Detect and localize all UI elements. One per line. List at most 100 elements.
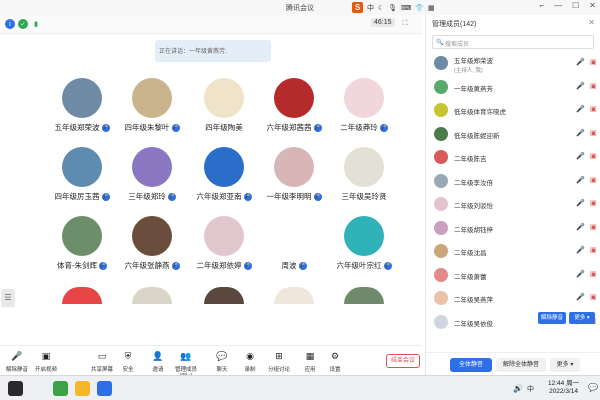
participant-avatar: [132, 216, 172, 256]
participant-name-text: 四年级陶美: [205, 123, 243, 132]
camera-off-icon[interactable]: ▣: [590, 293, 597, 301]
mic-off-icon[interactable]: 🎤: [576, 270, 585, 278]
toolbar-icon: ▣: [41, 351, 51, 361]
ime-indicator-icon[interactable]: 中: [527, 384, 534, 394]
member-row[interactable]: 二年级刘驳怡 🎤 ▣: [426, 193, 600, 217]
participant-avatar: [344, 216, 384, 256]
notifications-icon[interactable]: 💬: [588, 383, 598, 392]
mute-all-button[interactable]: 全体静音: [450, 358, 492, 372]
taskbar-clock[interactable]: 12:44 周一 2022/3/14: [548, 380, 579, 396]
windows-taskbar: 🔊 中 12:44 周一 2022/3/14 💬: [0, 375, 600, 400]
side-menu-handle[interactable]: ☰: [1, 289, 15, 307]
member-role: (主持人, 我): [454, 68, 483, 74]
participant-avatar: [274, 78, 314, 118]
participant-avatar: [132, 147, 172, 187]
member-row[interactable]: 低年级陈妮迎新 🎤 ▣: [426, 123, 600, 147]
mic-on-icon[interactable]: 🎤: [576, 82, 585, 90]
member-row[interactable]: 五年级郑荣波 (主持人, 我) 🎤 ▣: [426, 52, 600, 76]
member-more-button[interactable]: 更多 ▾: [569, 312, 595, 324]
camera-off-icon[interactable]: ▣: [590, 105, 597, 113]
toolbar-item[interactable]: ⊞ 分组讨论: [262, 350, 296, 373]
panel-header: 管理成员(142) ✕: [426, 15, 600, 32]
tencent-meeting-app-icon[interactable]: [97, 381, 112, 396]
clock-time: 12:44 周一: [548, 380, 580, 387]
mic-off-icon[interactable]: 🎤: [576, 246, 585, 254]
toolbar-label: 聊天: [216, 367, 228, 373]
toolbar-label: 应用: [304, 367, 316, 373]
mic-off-icon[interactable]: 🎤: [576, 223, 585, 231]
muted-mic-icon: 🎤: [298, 262, 307, 271]
camera-off-icon[interactable]: ▣: [590, 270, 597, 278]
maximize-button[interactable]: ☐: [572, 1, 579, 10]
participant-name-text: 四年级厉玉茜: [54, 192, 100, 201]
member-row[interactable]: 二年级李汝倍 🎤 ▣: [426, 170, 600, 194]
mic-off-icon[interactable]: 🎤: [576, 293, 585, 301]
participant-grid: 五年级郑荣波 🎤 四年级朱黎叶 🎤 四年级陶美 六年级郑茜茜 🎤 二年级莽玲 🎤 四年级厉玉茜 🎤 三…: [0, 0, 422, 400]
toolbar-item[interactable]: ⛨ 安全: [111, 350, 145, 373]
camera-off-icon[interactable]: ▣: [590, 223, 597, 231]
minimize-button[interactable]: —: [554, 1, 562, 10]
participant-avatar: [62, 147, 102, 187]
member-row[interactable]: 低年级体育许晓虎 🎤 ▣: [426, 99, 600, 123]
grid-icon[interactable]: ▦: [428, 4, 435, 12]
mic-off-icon[interactable]: 🎤: [576, 105, 585, 113]
member-row[interactable]: 二年级陈吉 🎤 ▣: [426, 146, 600, 170]
mic-off-icon[interactable]: 🎤: [576, 176, 585, 184]
muted-mic-icon: 🎤: [171, 262, 180, 271]
participant-avatar: [204, 287, 244, 304]
member-row[interactable]: 一年级黄燕芳 🎤 ▣: [426, 76, 600, 100]
mic-off-icon[interactable]: 🎤: [576, 152, 585, 160]
search-icon: 🔍: [436, 40, 444, 46]
member-name: 二年级萧蕾: [454, 273, 487, 281]
member-avatar: [434, 103, 448, 117]
camera-off-icon[interactable]: ▣: [590, 246, 597, 254]
muted-mic-icon: 🎤: [99, 262, 107, 271]
camera-off-icon[interactable]: ▣: [590, 176, 597, 184]
pin-button[interactable]: ⌐: [539, 1, 544, 10]
member-row[interactable]: 二年级萧蕾 🎤 ▣: [426, 264, 600, 288]
muted-mic-icon: 🎤: [379, 124, 388, 133]
camera-off-icon[interactable]: ▣: [590, 82, 597, 90]
participant-name-text: 六年级郑茜茜: [266, 123, 312, 132]
toolbar-icon: 👥: [180, 351, 192, 361]
participant-tile[interactable]: 二年级莽玲 🎤: [322, 78, 406, 138]
mic-off-icon[interactable]: 🎤: [576, 199, 585, 207]
camera-off-icon[interactable]: ▣: [590, 152, 597, 160]
mic-off-icon[interactable]: 🎤: [576, 129, 585, 137]
folder-app-icon[interactable]: [75, 381, 90, 396]
close-panel-icon[interactable]: ✕: [588, 18, 595, 27]
participant-avatar: [274, 216, 314, 256]
participant-avatar: [62, 78, 102, 118]
participant-avatar: [274, 147, 314, 187]
end-meeting-button[interactable]: 结束会议: [386, 354, 420, 368]
unmute-all-button[interactable]: 解除全体静音: [496, 358, 546, 372]
member-avatar: [434, 291, 448, 305]
camera-off-icon[interactable]: ▣: [590, 129, 597, 137]
volume-icon[interactable]: 🔊: [513, 384, 523, 393]
member-row[interactable]: 二年级吴燕萍 🎤 ▣: [426, 287, 600, 311]
member-avatar: [434, 314, 448, 329]
member-row[interactable]: 二年级沈昌 🎤 ▣: [426, 240, 600, 264]
close-button[interactable]: ✕: [589, 1, 596, 10]
participant-tile[interactable]: 六年级叶宗红 🎤: [322, 216, 406, 276]
participant-tile[interactable]: [322, 287, 406, 347]
muted-mic-icon: 🎤: [243, 193, 252, 202]
excel-app-icon[interactable]: [53, 381, 68, 396]
toolbar-label: 共享屏幕: [90, 367, 113, 373]
panel-more-button[interactable]: 更多 ▾: [550, 358, 580, 372]
participant-name-text: 五年级郑荣波: [54, 123, 100, 132]
toolbar-item[interactable]: ⚙ 设置: [318, 350, 352, 373]
participant-avatar: [204, 78, 244, 118]
participant-tile[interactable]: 三年级吴玲贤: [322, 147, 406, 207]
mic-off-icon[interactable]: 🎤: [576, 58, 585, 66]
member-search-input[interactable]: 🔍 搜索成员: [432, 35, 594, 49]
start-menu-icon[interactable]: [8, 381, 23, 396]
camera-off-icon[interactable]: ▣: [590, 58, 597, 66]
toolbar-item[interactable]: ▣ 开启视频: [29, 350, 63, 373]
window-controls: ⌐ — ☐ ✕: [539, 1, 596, 10]
participant-name-text: 三年级吴玲贤: [341, 192, 387, 201]
member-row[interactable]: 二年级胡钰梓 🎤 ▣: [426, 217, 600, 241]
camera-off-icon[interactable]: ▣: [590, 199, 597, 207]
unmute-member-button[interactable]: 解除静音: [538, 312, 566, 324]
participant-avatar: [204, 147, 244, 187]
